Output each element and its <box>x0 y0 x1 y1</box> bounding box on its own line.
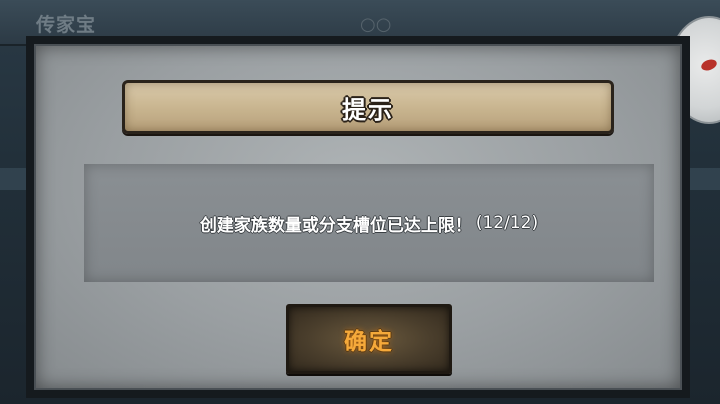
dialog-panel: 提示 创建家族数量或分支槽位已达上限！ (12/12) 确定 <box>34 44 682 390</box>
background-screen-title: 传家宝 <box>36 14 97 36</box>
message-count: (12/12) <box>475 213 539 233</box>
confirm-button-label: 确定 <box>344 329 394 355</box>
dialog-title: 提示 <box>342 95 394 124</box>
title-banner: 提示 <box>122 80 614 134</box>
confirm-button[interactable]: 确定 <box>286 304 452 374</box>
message-box: 创建家族数量或分支槽位已达上限！ (12/12) <box>84 164 654 282</box>
message-main: 创建家族数量或分支槽位已达上限！ <box>199 215 472 236</box>
glasses-icon: ○○ <box>360 14 392 35</box>
alert-dialog: 提示 创建家族数量或分支槽位已达上限！ (12/12) 确定 <box>26 36 690 398</box>
message-text: 创建家族数量或分支槽位已达上限！ (12/12) <box>84 164 654 282</box>
